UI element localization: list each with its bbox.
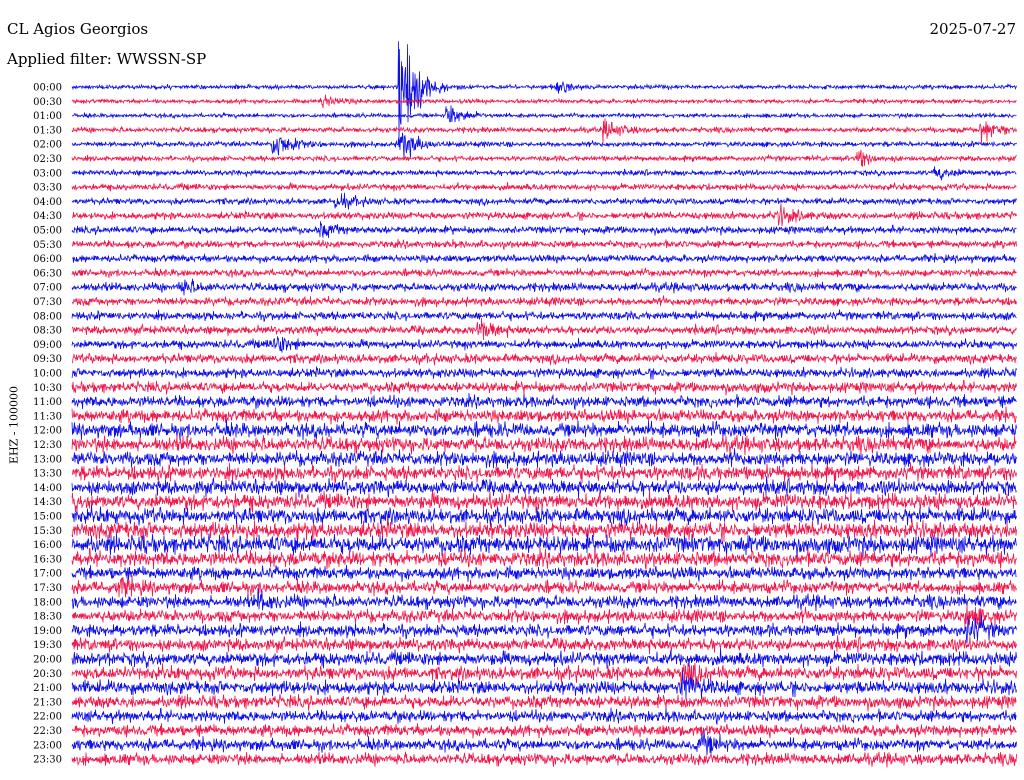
trace-row xyxy=(71,448,1017,469)
time-tick-label: 00:30 xyxy=(33,97,62,108)
time-tick-label: 16:00 xyxy=(33,540,62,551)
time-tick-label: 06:30 xyxy=(33,268,62,279)
seismogram-plot: 00:00 00:30 01:00 01:30 02:00 02:30 03:00 03:30… xyxy=(33,41,1017,768)
time-tick-label: 02:00 xyxy=(33,140,62,151)
trace-row xyxy=(71,94,1017,109)
time-tick-label: 23:00 xyxy=(33,740,62,751)
trace-row xyxy=(71,309,1017,322)
trace-row xyxy=(71,419,1017,441)
time-tick-label: 01:00 xyxy=(33,111,62,122)
trace-row xyxy=(71,648,1017,669)
time-tick-label: 02:30 xyxy=(33,154,62,165)
time-tick-label: 19:30 xyxy=(33,640,62,651)
time-tick-label: 15:30 xyxy=(33,526,62,537)
time-tick-label: 18:30 xyxy=(33,612,62,623)
time-tick-label: 22:00 xyxy=(33,712,62,723)
trace-row xyxy=(71,489,1017,513)
time-tick-label: 09:00 xyxy=(33,340,62,351)
trace-row xyxy=(71,132,1017,160)
trace-row xyxy=(71,336,1017,353)
time-tick-label: 20:30 xyxy=(33,669,62,680)
time-tick-label: 20:00 xyxy=(33,655,62,666)
time-tick-label: 07:00 xyxy=(33,283,62,294)
trace-row xyxy=(71,238,1017,251)
time-tick-label: 16:30 xyxy=(33,554,62,565)
time-tick-label: 10:00 xyxy=(33,369,62,380)
trace-row xyxy=(71,476,1017,499)
trace-row xyxy=(71,149,1017,167)
trace-row xyxy=(71,118,1017,144)
trace-row xyxy=(71,352,1017,366)
trace-row xyxy=(71,722,1017,739)
time-tick-label: 06:00 xyxy=(33,254,62,265)
trace-row xyxy=(71,318,1017,341)
time-tick-label: 04:30 xyxy=(33,211,62,222)
trace-row xyxy=(71,575,1017,598)
trace-row xyxy=(71,181,1017,192)
time-tick-label: 22:30 xyxy=(33,726,62,737)
time-tick-label: 12:30 xyxy=(33,440,62,451)
trace-row xyxy=(71,693,1017,712)
trace-row xyxy=(71,41,1017,147)
time-tick-label: 12:00 xyxy=(33,426,62,437)
trace-row xyxy=(72,203,1017,227)
time-tick-label: 08:30 xyxy=(33,326,62,337)
trace-row xyxy=(71,547,1017,570)
time-tick-label: 05:00 xyxy=(33,226,62,237)
time-tick-label: 07:30 xyxy=(33,297,62,308)
trace-row xyxy=(71,278,1017,296)
time-tick-label: 13:30 xyxy=(33,469,62,480)
time-tick-label: 11:00 xyxy=(33,397,62,408)
trace-row xyxy=(71,105,1017,123)
time-tick-label: 19:00 xyxy=(33,626,62,637)
time-tick-label: 03:00 xyxy=(33,168,62,179)
time-tick-label: 05:30 xyxy=(33,240,62,251)
trace-row xyxy=(71,603,1017,629)
time-tick-label: 21:30 xyxy=(33,697,62,708)
trace-row xyxy=(71,635,1017,655)
time-tick-label: 18:00 xyxy=(33,597,62,608)
time-tick-label: 03:30 xyxy=(33,183,62,194)
trace-row xyxy=(71,707,1017,726)
time-tick-label: 00:00 xyxy=(33,83,62,94)
trace-row xyxy=(71,406,1017,425)
time-tick-label: 11:30 xyxy=(33,411,62,422)
trace-row xyxy=(71,192,1017,210)
time-tick-label: 14:00 xyxy=(33,483,62,494)
trace-row xyxy=(71,434,1017,456)
trace-row xyxy=(71,393,1017,411)
time-tick-label: 15:00 xyxy=(33,512,62,523)
time-tick-label: 17:00 xyxy=(33,569,62,580)
time-tick-label: 10:30 xyxy=(33,383,62,394)
trace-row xyxy=(71,379,1017,396)
time-tick-label: 23:30 xyxy=(33,755,62,766)
trace-row xyxy=(71,751,1017,768)
trace-row xyxy=(71,564,1017,582)
time-tick-label: 21:00 xyxy=(33,683,62,694)
time-tick-label: 09:30 xyxy=(33,354,62,365)
trace-row xyxy=(71,221,1017,239)
trace-row xyxy=(71,253,1017,265)
time-tick-label: 13:00 xyxy=(33,454,62,465)
trace-row xyxy=(71,366,1017,380)
trace-row xyxy=(71,518,1017,543)
time-tick-label: 04:00 xyxy=(33,197,62,208)
trace-row xyxy=(71,295,1017,308)
time-tick-label: 08:00 xyxy=(33,311,62,322)
time-tick-label: 01:30 xyxy=(33,125,62,136)
trace-row xyxy=(71,267,1017,279)
time-tick-label: 14:30 xyxy=(33,497,62,508)
time-tick-label: 17:30 xyxy=(33,583,62,594)
trace-row xyxy=(71,166,1017,181)
